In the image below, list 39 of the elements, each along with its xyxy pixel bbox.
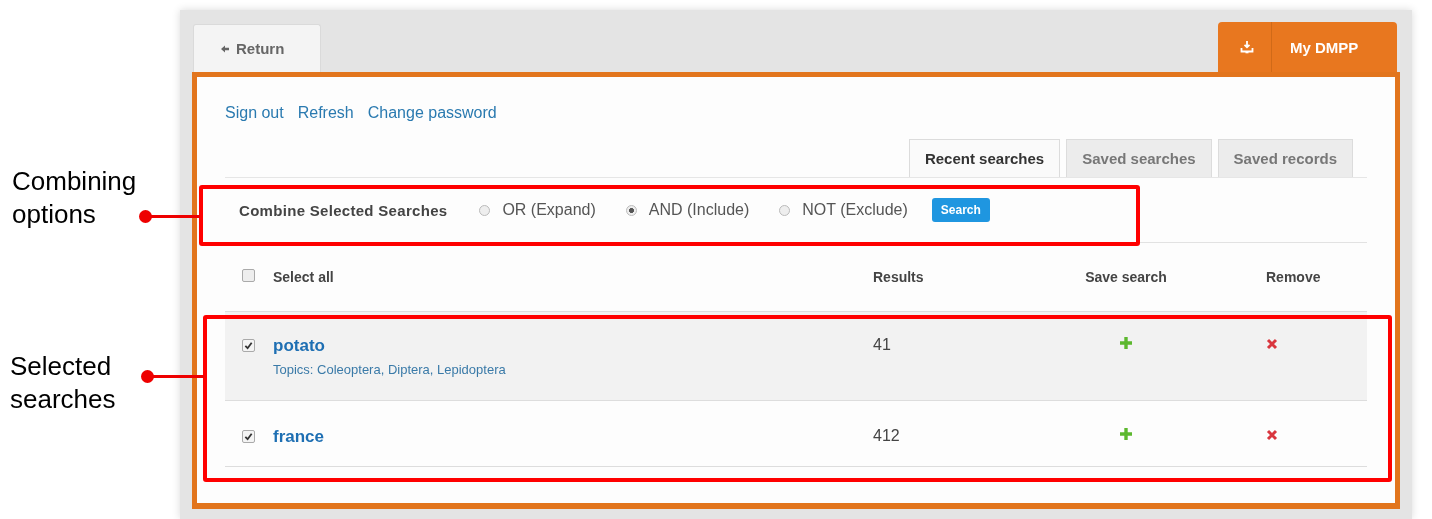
left-arrow-icon xyxy=(220,43,230,54)
remove-icon[interactable] xyxy=(1266,338,1278,350)
add-icon[interactable] xyxy=(1119,427,1133,441)
column-header: Remove xyxy=(1266,269,1321,285)
annotation-label: Selected searches xyxy=(10,350,117,416)
radio-button[interactable] xyxy=(779,204,791,216)
search-query-link[interactable]: france xyxy=(273,427,325,446)
column-header: Results xyxy=(873,269,924,285)
brand-tab[interactable]: My DMPP xyxy=(1218,22,1397,72)
annotation-label: Combining options xyxy=(12,165,137,231)
checkbox[interactable] xyxy=(242,339,255,352)
search-button[interactable]: Search xyxy=(931,198,990,222)
tab[interactable]: Recent searches xyxy=(908,139,1061,177)
radio-button[interactable] xyxy=(479,204,491,216)
results-count: 412 xyxy=(873,427,900,444)
leader-dot xyxy=(141,370,154,383)
leader-dot xyxy=(139,210,152,223)
return-button[interactable]: Return xyxy=(193,24,321,72)
brand-name: My DMPP xyxy=(1290,38,1359,56)
remove-icon[interactable] xyxy=(1266,429,1278,441)
combine-label: Combine Selected Searches xyxy=(239,201,448,219)
account-link[interactable]: Change password xyxy=(367,104,497,122)
tab[interactable]: Saved searches xyxy=(1066,139,1212,177)
radio-label: AND (Include) xyxy=(648,201,750,219)
download-icon xyxy=(1240,40,1254,54)
account-link[interactable]: Sign out xyxy=(225,104,284,122)
column-header: Save search xyxy=(1085,269,1167,285)
tab[interactable]: Saved records xyxy=(1217,139,1353,177)
radio-button[interactable] xyxy=(625,204,637,216)
select-all-label: Select all xyxy=(273,269,334,285)
account-link[interactable]: Refresh xyxy=(297,104,354,122)
add-icon[interactable] xyxy=(1119,336,1133,350)
radio-label: OR (Expand) xyxy=(502,201,596,219)
radio-label: NOT (Exclude) xyxy=(802,201,908,219)
search-query-link[interactable]: potato xyxy=(273,336,325,355)
checkbox[interactable] xyxy=(242,430,255,443)
checkbox[interactable] xyxy=(242,269,255,282)
results-count: 41 xyxy=(873,336,891,353)
topics-text: Topics: Coleoptera, Diptera, Lepidoptera xyxy=(273,362,507,377)
